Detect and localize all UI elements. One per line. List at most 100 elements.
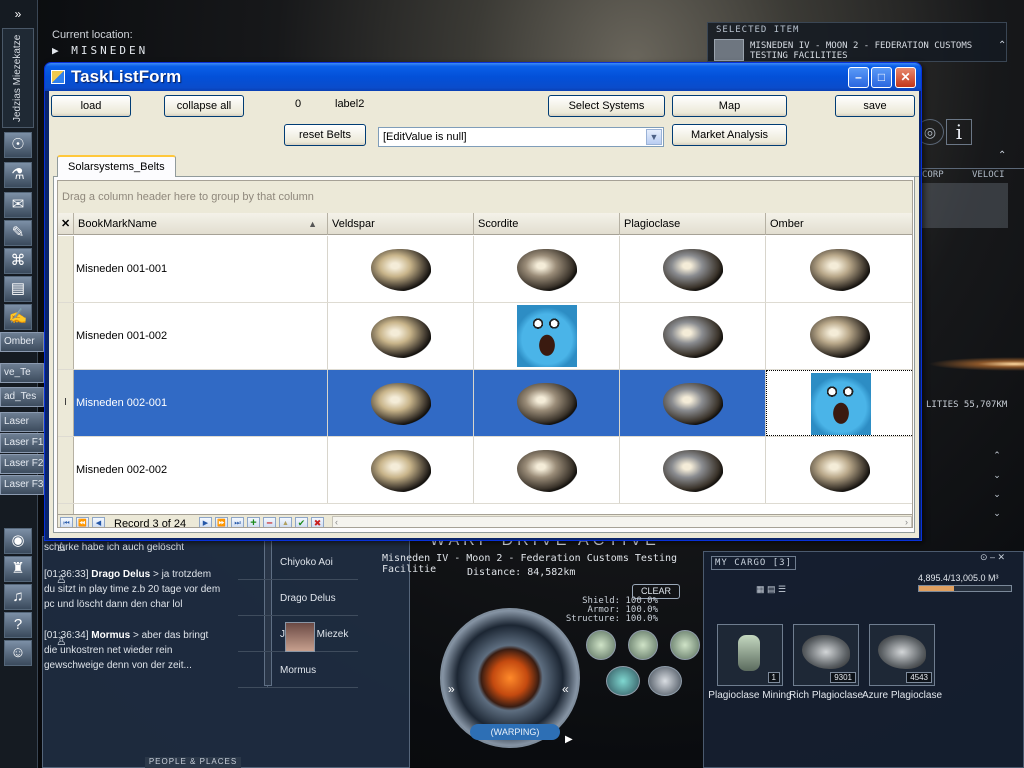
channel-laser-f1[interactable]: Laser F1 bbox=[0, 433, 44, 453]
scroll-right-icon[interactable]: › bbox=[905, 517, 908, 527]
people-places-tab[interactable]: PEOPLE & PLACES bbox=[145, 757, 241, 768]
omber-cell[interactable] bbox=[766, 370, 912, 436]
collapse-all-button[interactable]: collapse all bbox=[164, 95, 244, 117]
veldspar-cell[interactable] bbox=[328, 303, 474, 369]
show-info-icon[interactable]: i bbox=[946, 119, 972, 145]
chevron-down-icon[interactable]: ▼ bbox=[646, 129, 662, 145]
app-icon[interactable] bbox=[51, 70, 65, 84]
bookmark-name-cell[interactable]: Misneden 001-001 bbox=[74, 236, 328, 302]
reset-belts-button[interactable]: reset Belts bbox=[284, 124, 366, 146]
veldspar-cell[interactable] bbox=[328, 236, 474, 302]
scanner-module-icon[interactable] bbox=[606, 666, 640, 696]
edit-value-combobox[interactable]: [EditValue is null] ▼ bbox=[378, 127, 664, 147]
cargo-item[interactable]: 1 bbox=[717, 624, 783, 686]
cargo-item[interactable]: 4543 bbox=[869, 624, 935, 686]
mining-laser-module-icon[interactable] bbox=[628, 630, 658, 660]
bookmark-name-cell[interactable]: Misneden 002-002 bbox=[74, 437, 328, 503]
select-systems-button[interactable]: Select Systems bbox=[548, 95, 665, 117]
close-button[interactable]: ✕ bbox=[895, 67, 916, 88]
overview-row[interactable] bbox=[920, 183, 1008, 228]
column-chooser-icon[interactable]: ✕ bbox=[58, 213, 74, 235]
member-list-item[interactable]: Chiyoko Aoi bbox=[238, 546, 358, 580]
channel-laser[interactable]: Laser bbox=[0, 412, 44, 432]
warping-indicator[interactable]: (WARPING) bbox=[470, 724, 560, 740]
member-list-item[interactable]: Mormus bbox=[238, 654, 358, 688]
next-record-icon[interactable]: ▶ bbox=[199, 517, 212, 527]
window-titlebar[interactable]: TaskListForm – □ ✕ bbox=[45, 63, 921, 91]
apply-edit-icon[interactable]: ✔ bbox=[295, 517, 308, 527]
maximize-button[interactable]: □ bbox=[871, 67, 892, 88]
mining-laser-module-icon[interactable] bbox=[586, 630, 616, 660]
character-sheet-icon[interactable]: ☉ bbox=[4, 132, 32, 158]
save-button[interactable]: save bbox=[835, 95, 915, 117]
column-header-plagioclase[interactable]: Plagioclase bbox=[620, 213, 766, 235]
row-indicator[interactable] bbox=[58, 437, 74, 503]
previous-page-icon[interactable]: ⏪ bbox=[76, 517, 89, 527]
chevron-down-icon[interactable]: ⌄ bbox=[990, 508, 1004, 520]
row-indicator[interactable] bbox=[58, 504, 74, 514]
notepad-icon[interactable]: ✎ bbox=[4, 220, 32, 246]
first-page-icon[interactable]: ⏮ bbox=[60, 517, 73, 527]
channel-laser-f2[interactable]: Laser F2 bbox=[0, 454, 44, 474]
science-icon[interactable]: ⚗ bbox=[4, 162, 32, 188]
channel-ve-te[interactable]: ve_Te bbox=[0, 363, 44, 383]
scordite-cell[interactable] bbox=[474, 370, 620, 436]
cargo-title[interactable]: MY CARGO [3] bbox=[711, 556, 797, 570]
omber-cell[interactable] bbox=[766, 437, 912, 503]
chevron-down-icon[interactable]: ⌄ bbox=[990, 489, 1004, 501]
omber-cell[interactable] bbox=[766, 303, 912, 369]
channel-laser-f3[interactable]: Laser F3 bbox=[0, 475, 44, 495]
column-header-bookmarkname[interactable]: BookMarkName ▲ bbox=[74, 213, 328, 235]
pilot-name[interactable]: Jedzias Miezekatze bbox=[2, 28, 34, 128]
group-by-panel[interactable]: Drag a column header here to group by th… bbox=[58, 181, 912, 213]
collapse-icon[interactable]: ⌃ bbox=[998, 40, 1006, 51]
table-row[interactable] bbox=[58, 504, 912, 514]
corporation-icon[interactable]: ♜ bbox=[4, 556, 32, 582]
market-icon[interactable]: ▤ bbox=[4, 276, 32, 302]
scroll-left-icon[interactable]: ‹ bbox=[335, 517, 338, 527]
mail-icon[interactable]: ✉ bbox=[4, 192, 32, 218]
scordite-cell[interactable] bbox=[474, 437, 620, 503]
omber-cell[interactable] bbox=[766, 236, 912, 302]
minimize-button[interactable]: – bbox=[848, 67, 869, 88]
table-row[interactable]: Misneden 001-002 bbox=[58, 303, 912, 370]
expand-sidebar-icon[interactable]: » bbox=[4, 6, 32, 24]
journal-icon[interactable]: ✍ bbox=[4, 304, 32, 330]
globe-icon[interactable]: ◉ bbox=[4, 528, 32, 554]
veldspar-cell[interactable] bbox=[328, 437, 474, 503]
row-indicator[interactable]: I bbox=[58, 370, 74, 436]
accelerate-icon[interactable]: « bbox=[562, 682, 569, 696]
cancel-edit-icon[interactable]: ✖ bbox=[311, 517, 324, 527]
scordite-cell[interactable] bbox=[474, 303, 620, 369]
chat-sender[interactable]: Drago Delus bbox=[91, 569, 150, 580]
window-controls-icon[interactable]: ⊙ – ✕ bbox=[980, 552, 1005, 563]
last-page-icon[interactable]: ⏭ bbox=[231, 517, 244, 527]
mining-laser-module-icon[interactable] bbox=[670, 630, 700, 660]
bookmark-name-cell[interactable]: Misneden 002-001 bbox=[74, 370, 328, 436]
overview-collapse-icon[interactable]: ⌃ bbox=[998, 150, 1006, 161]
channel-ad-tes[interactable]: ad_Tes bbox=[0, 387, 44, 407]
overview-col-corp[interactable]: CORP bbox=[922, 170, 944, 180]
agent-icon[interactable]: ☺ bbox=[4, 640, 32, 666]
tab-solarsystems-belts[interactable]: Solarsystems_Belts bbox=[57, 155, 176, 177]
table-row[interactable]: Misneden 002-002 bbox=[58, 437, 912, 504]
location-value[interactable]: ▶ MISNEDEN bbox=[52, 44, 148, 57]
map-button[interactable]: Map bbox=[672, 95, 787, 117]
veldspar-cell[interactable] bbox=[328, 370, 474, 436]
scordite-cell[interactable] bbox=[474, 236, 620, 302]
decelerate-icon[interactable]: » bbox=[448, 682, 455, 696]
table-row[interactable]: I Misneden 002-001 bbox=[58, 370, 912, 437]
column-header-omber[interactable]: Omber bbox=[766, 213, 912, 235]
avatar[interactable] bbox=[285, 622, 315, 652]
column-header-veldspar[interactable]: Veldspar bbox=[328, 213, 474, 235]
horizontal-scrollbar[interactable]: ‹ › bbox=[332, 516, 912, 527]
cargo-item[interactable]: 9301 bbox=[793, 624, 859, 686]
table-row[interactable]: Misneden 001-001 bbox=[58, 236, 912, 303]
row-indicator[interactable] bbox=[58, 303, 74, 369]
edit-record-icon[interactable]: ▲ bbox=[279, 517, 292, 527]
append-record-icon[interactable]: + bbox=[247, 517, 260, 527]
bookmark-name-cell[interactable]: Misneden 001-002 bbox=[74, 303, 328, 369]
chevron-down-icon[interactable]: ⌄ bbox=[990, 470, 1004, 482]
audio-icon[interactable]: ♫ bbox=[4, 584, 32, 610]
map-icon[interactable]: ⌘ bbox=[4, 248, 32, 274]
